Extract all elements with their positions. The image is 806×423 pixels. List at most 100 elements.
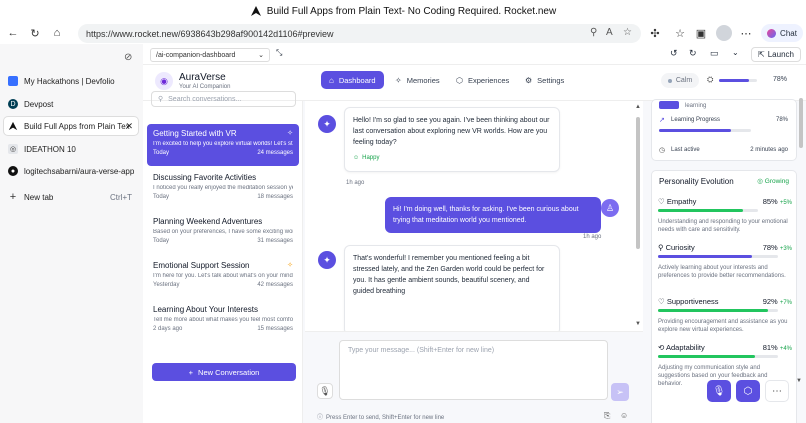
refresh-icon[interactable]: ↻ (689, 48, 697, 59)
trait-value: 81% (762, 343, 778, 352)
info-icon: ⓘ (317, 415, 324, 421)
send-button[interactable]: ➢ (611, 383, 629, 401)
tab-experiences[interactable]: ⬡ Experiences (448, 71, 517, 89)
tab-devfolio[interactable]: My Hackathons | Devfolio (4, 72, 138, 90)
favorite-star-icon[interactable]: ☆ (623, 27, 632, 38)
project-select[interactable]: /ai-companion-dashboard ⌄ (150, 48, 270, 62)
smile-icon: ☺ (353, 155, 360, 161)
more-options-button[interactable]: ⋯ (765, 380, 789, 402)
tab-rocket-active[interactable]: Build Full Apps from Plain Tex ✕ (4, 117, 138, 135)
mic-button[interactable]: 🎙 (317, 383, 333, 399)
learning-text: learning (685, 103, 707, 109)
preview-toolbar: /ai-companion-dashboard ⌄ ⤡ ↺ ↻ ▭ ⌄ ⇱ La… (143, 44, 806, 65)
conversation-item[interactable]: Discussing Favorite Activities I noticed… (147, 168, 299, 210)
rocket-favicon-icon (8, 121, 18, 131)
trait-name: Supportiveness (666, 297, 719, 306)
conversation-preview: Tell me more about what makes you feel m… (153, 317, 293, 323)
trait-value: 78% (762, 243, 778, 252)
mic-icon: 🎙 (712, 385, 726, 397)
composer-hint-text: Press Enter to send, Shift+Enter for new… (326, 415, 445, 421)
last-active-value: 2 minutes ago (750, 147, 788, 153)
favorites-icon[interactable]: ☆ (672, 25, 688, 41)
user-message: Hi! I'm doing well, thanks for asking. I… (385, 197, 601, 233)
learning-progress-bar (659, 129, 751, 132)
mood-tag-label: Happy (362, 155, 380, 161)
tab-settings[interactable]: ⚙ Settings (517, 71, 572, 89)
conversation-item[interactable]: Emotional Support Session I'm here for y… (147, 256, 299, 298)
trait-bar-fill (658, 309, 769, 312)
new-tab-button[interactable]: + New tab Ctrl+T (4, 188, 138, 206)
tab-ideathon[interactable]: ◎ IDEATHON 10 (4, 140, 138, 158)
conversation-item[interactable]: Planning Weekend Adventures Based on you… (147, 212, 299, 254)
undo-icon[interactable]: ↺ (670, 48, 678, 59)
read-aloud-icon[interactable]: A (606, 27, 613, 38)
conversation-title: Learning About Your Interests (153, 305, 258, 314)
voice-button[interactable]: 🎙 (707, 380, 731, 402)
brand[interactable]: ◉ AuraVerse Your AI Companion (155, 72, 230, 90)
scroll-up-icon[interactable]: ▲ (635, 104, 641, 110)
tab-dashboard-label: Dashboard (338, 75, 376, 85)
scroll-down-icon[interactable]: ▼ (635, 321, 641, 327)
panel-scrollbar[interactable] (799, 98, 803, 148)
conversation-count: 42 messages (257, 282, 293, 288)
trait-empathy: ♡ Empathy 85% +5% Understanding and respo… (658, 197, 792, 234)
new-tab-label: New tab (24, 192, 54, 202)
ai-message: That's wonderful! I remember you mention… (344, 245, 560, 331)
back-icon[interactable]: ← (5, 25, 21, 41)
extensions-icon[interactable]: ✣ (647, 25, 663, 41)
tab-memories-label: Memories (406, 75, 440, 85)
zoom-icon[interactable]: ⚲ (590, 27, 597, 38)
learning-badge (659, 101, 679, 109)
message-composer: 🎙 Type your message... (Shift+Enter for … (305, 331, 643, 423)
project-select-value: /ai-companion-dashboard (156, 51, 236, 59)
plus-icon: + (9, 191, 17, 203)
chat-thread: ✦ Hello! I'm so glad to see you again. I… (305, 101, 643, 331)
tab-dashboard[interactable]: ⌂ Dashboard (321, 71, 384, 89)
attach-icon[interactable]: ⎘ (604, 411, 610, 421)
emoji-icon[interactable]: ☺ (620, 411, 628, 420)
sync-percent: 78% (773, 76, 788, 83)
trait-curiosity: ⚲ Curiosity 78% +3% Actively learning abo… (658, 243, 792, 280)
chat-scrollbar[interactable] (636, 117, 640, 249)
gear-icon: ⚙ (525, 75, 533, 85)
conversation-preview: Based on your preferences, I have some e… (153, 229, 293, 235)
new-conversation-button[interactable]: + New Conversation (152, 363, 296, 381)
launch-button[interactable]: ⇱ Launch (751, 47, 801, 62)
scroll-down-icon[interactable]: ▼ (796, 378, 802, 384)
collections-icon[interactable]: ▣ (693, 25, 709, 41)
home-icon[interactable]: ⌂ (49, 25, 65, 41)
message-input[interactable]: Type your message... (Shift+Enter for ne… (339, 340, 608, 400)
refresh-icon: ⟲ (658, 343, 666, 352)
vr-button[interactable]: ⬡ (736, 380, 760, 402)
profile-avatar[interactable] (716, 25, 732, 41)
pin-sidebar-icon[interactable]: ⊘ (124, 52, 132, 63)
search-input[interactable]: ⚲ Search conversations... (151, 91, 296, 107)
search-icon: ⚲ (158, 96, 164, 103)
conversation-item[interactable]: Getting Started with VR I'm excited to h… (147, 124, 299, 166)
conversation-item[interactable]: Learning About Your Interests Tell me mo… (147, 300, 299, 342)
tab-memories[interactable]: ✧ Memories (387, 71, 448, 89)
copilot-chat-button[interactable]: Chat (761, 24, 803, 42)
address-bar[interactable]: https://www.rocket.new/6938643b298af9001… (78, 24, 641, 43)
conversation-preview: I'm excited to help you explore virtual … (153, 141, 293, 147)
responsive-icon[interactable]: ▭ (710, 48, 719, 59)
trait-name: Curiosity (665, 243, 695, 252)
trait-delta: +5% (779, 200, 792, 206)
chat-label: Chat (780, 28, 797, 38)
conversation-time: Today (153, 194, 170, 200)
more-icon: ⋯ (772, 385, 782, 397)
message-text: That's wonderful! I remember you mention… (353, 255, 545, 295)
tab-devpost[interactable]: D Devpost (4, 95, 138, 113)
tab-sidebar: ⊘ My Hackathons | Devfolio D Devpost Bui… (0, 44, 143, 423)
conversation-time: Today (153, 150, 170, 156)
expand-icon[interactable]: ⤡ (276, 48, 282, 58)
close-tab-icon[interactable]: ✕ (125, 121, 133, 132)
last-active-label: Last active (671, 147, 700, 153)
aura-logo-icon: ◉ (155, 72, 173, 90)
chevron-down-icon[interactable]: ⌄ (732, 48, 739, 57)
trait-bar (658, 255, 778, 258)
trait-value: 92% (762, 297, 778, 306)
reload-icon[interactable]: ↻ (27, 25, 43, 41)
tab-github[interactable]: ● logitechsabarni/aura-verse-app (4, 162, 138, 180)
more-menu-icon[interactable]: ⋯ (738, 25, 754, 41)
